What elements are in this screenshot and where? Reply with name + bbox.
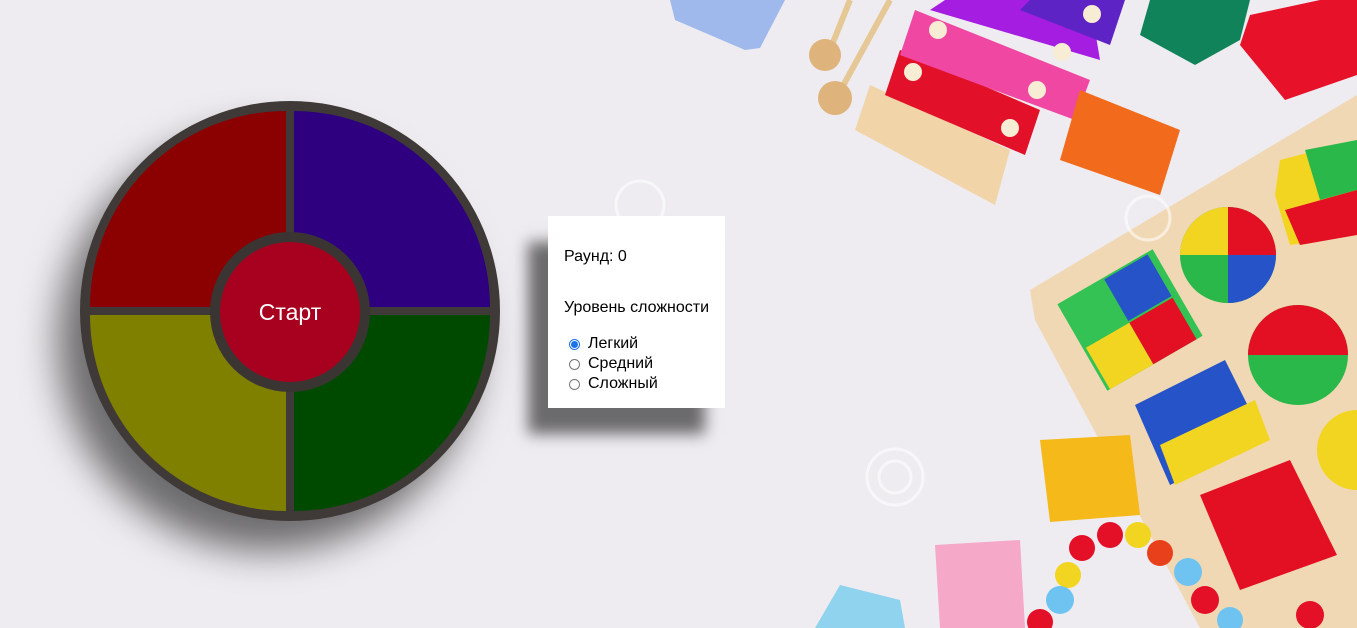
mallet-head [818,81,852,115]
info-panel: Раунд: 0 Уровень сложности Легкий Средни… [548,216,725,408]
start-button[interactable]: Старт [220,242,360,382]
difficulty-option-medium[interactable]: Средний [564,354,725,374]
radio-hard[interactable] [569,378,580,390]
radio-label-easy[interactable]: Легкий [588,335,638,353]
difficulty-option-easy[interactable]: Легкий [564,334,725,354]
radio-label-medium[interactable]: Средний [588,355,653,373]
radio-easy[interactable] [569,338,580,350]
round-counter: Раунд: 0 [564,248,627,265]
mallet-head [809,39,841,71]
game-wheel: Старт [80,101,500,521]
difficulty-title: Уровень сложности [564,299,710,316]
difficulty-option-hard[interactable]: Сложный [564,374,725,394]
radio-medium[interactable] [569,358,580,370]
pink-cube [935,540,1025,628]
start-ring: Старт [210,232,370,392]
difficulty-options: Легкий Средний Сложный [564,334,725,394]
yellow-cube [1040,435,1140,522]
radio-label-hard[interactable]: Сложный [588,375,658,393]
